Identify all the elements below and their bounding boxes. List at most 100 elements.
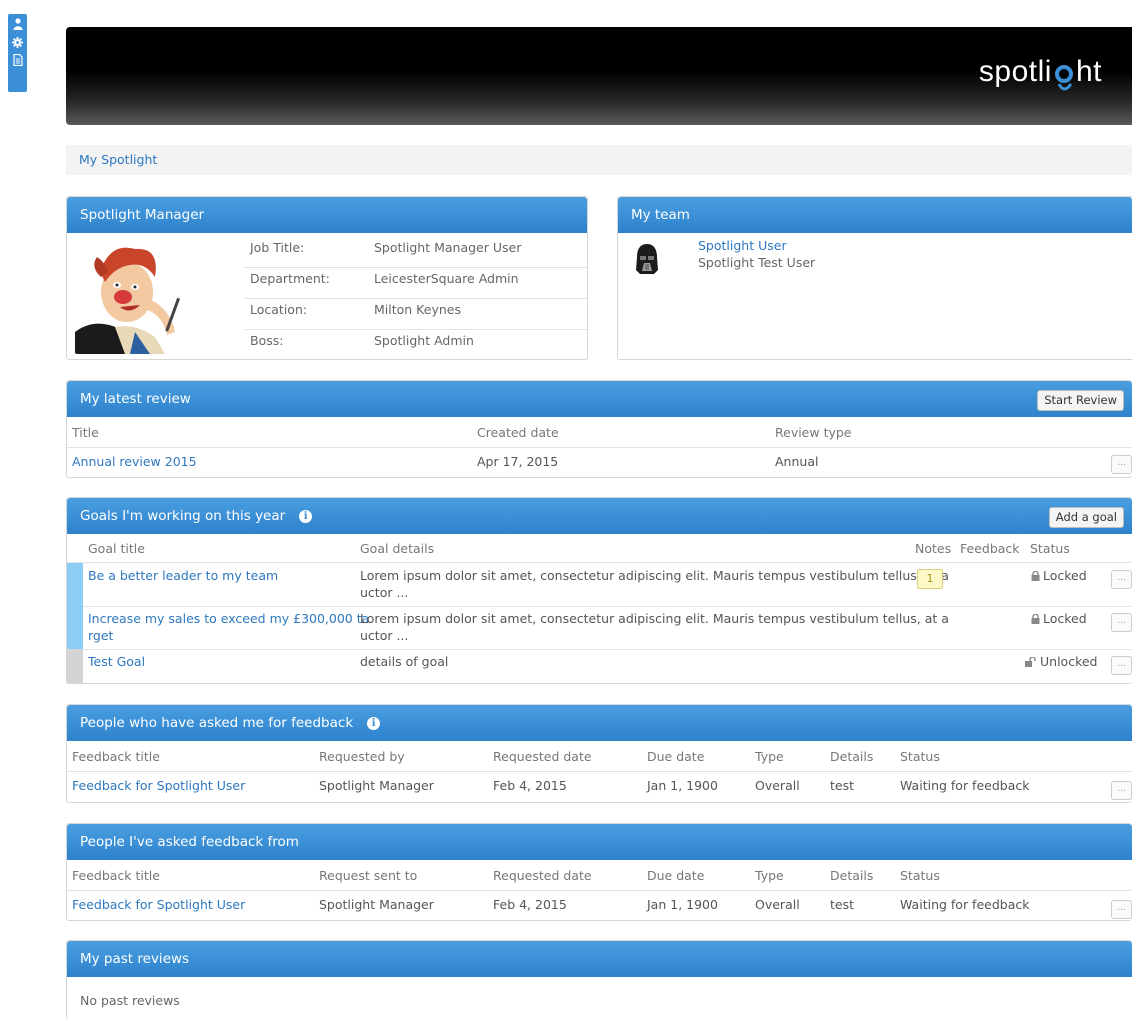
column-header: Status [900,868,940,883]
asked-from-panel: People I've asked feedback from Feedback… [66,823,1132,921]
review-type: Annual [775,454,819,469]
feedback-title[interactable]: Feedback for Spotlight User [72,897,245,912]
breadcrumb: My Spotlight [66,145,1132,175]
column-header: Details [830,749,874,764]
column-header: Requested date [493,868,592,883]
gear-icon[interactable] [11,34,25,50]
goals-panel: Goals I'm working on this year i Add a go… [66,497,1132,684]
feedback-due: Jan 1, 1900 [647,778,718,793]
header-divider [67,890,1132,891]
header-divider [67,447,1132,448]
column-header: Type [755,868,784,883]
user-icon[interactable] [11,16,25,32]
row-divider [67,606,1132,607]
team-member-role: Spotlight Test User [698,255,816,270]
row-divider [244,329,587,330]
column-header: Goal title [88,541,145,556]
notes-count-badge[interactable]: 1 [917,569,943,589]
feedback-date: Feb 4, 2015 [493,897,567,912]
feedback-by: Spotlight Manager [319,897,434,912]
latest-review-table: Title Created date Review type Annual revie… [67,417,1132,477]
goals-table: Goal title Goal details Notes Feedback Statu… [67,534,1132,683]
breadcrumb-link-my-spotlight[interactable]: My Spotlight [79,152,157,167]
column-header: Notes [915,541,952,556]
goal-status: Locked [1031,568,1087,584]
goal-details: Lorem ipsum dolor sit amet, consectetur … [360,568,949,583]
feedback-title[interactable]: Feedback for Spotlight User [72,778,245,793]
avatar [75,237,187,354]
info-icon[interactable]: i [299,510,313,523]
goal-details-cont: uctor ... [360,585,409,600]
feedback-by: Spotlight Manager [319,778,434,793]
goal-title-link-cont[interactable]: rget [88,628,113,643]
column-header: Status [900,749,940,764]
goal-status-label: Locked [1043,568,1087,583]
column-header: Feedback title [72,749,160,764]
past-reviews-panel: My past reviews No past reviews [66,940,1132,1019]
column-header: Goal details [360,541,435,556]
team-member-name[interactable]: Spotlight User [698,238,787,253]
team-member-avatar [635,243,659,275]
lock-icon [1031,612,1040,627]
row-divider [244,267,587,268]
spotlight-lens-icon [1053,64,1075,91]
column-header: Requested date [493,749,592,764]
goal-status: Unlocked [1025,654,1097,670]
side-toolbar [8,14,27,92]
document-icon[interactable] [11,52,25,68]
feedback-details: test [830,897,855,912]
goal-title-link[interactable]: Increase my sales to exceed my £300,000 … [88,611,369,626]
asked-me-table: Feedback title Requested by Requested date… [67,741,1132,802]
goal-title-link[interactable]: Test Goal [88,654,145,669]
column-header: Details [830,868,874,883]
column-header: Request sent to [319,868,418,883]
logo-text-end: ht [1075,55,1102,88]
info-icon[interactable]: i [367,717,381,730]
start-review-button[interactable]: Start Review [1037,390,1124,411]
spotlight-logo[interactable]: spotli ht [979,55,1102,91]
feedback-more-button[interactable]: ... [1111,900,1132,919]
feedback-details: test [830,778,855,793]
goal-more-button[interactable]: ... [1111,613,1132,632]
feedback-status: Waiting for feedback [900,897,1030,912]
review-title-link[interactable]: Annual review 2015 [72,454,197,469]
column-header: Title [72,425,99,440]
unlock-icon [1025,655,1037,670]
profile-field-label: Job Title: [250,240,305,255]
feedback-more-button[interactable]: ... [1111,781,1132,800]
latest-review-title: My latest review [80,391,191,407]
team-panel: My team Spotlight User Spotlight Test Us… [617,196,1132,360]
goal-more-button[interactable]: ... [1111,656,1132,675]
goal-more-button[interactable]: ... [1111,570,1132,589]
add-goal-button[interactable]: Add a goal [1048,507,1124,528]
profile-field-value: LeicesterSquare Admin [374,271,519,286]
column-header: Due date [647,868,705,883]
past-reviews-title: My past reviews [80,951,190,967]
asked-from-title: People I've asked feedback from [80,834,299,850]
profile-panel-title: Spotlight Manager [67,197,587,233]
feedback-type: Overall [755,778,800,793]
profile-field-label: Boss: [250,333,284,348]
goals-title: Goals I'm working on this year [80,508,286,524]
latest-review-panel: My latest review Start Review Title Creat… [66,380,1132,478]
asked-me-panel: People who have asked me for feedback i F… [66,704,1132,803]
column-header: Type [755,749,784,764]
asked-from-table: Feedback title Request sent to Requested d… [67,860,1132,920]
profile-field-value: Spotlight Admin [374,333,474,348]
row-divider [67,649,1132,650]
review-created-date: Apr 17, 2015 [477,454,559,469]
feedback-date: Feb 4, 2015 [493,778,567,793]
goal-color-strip [67,649,83,683]
column-header: Review type [775,425,852,440]
lock-icon [1031,569,1040,584]
goal-status-label: Unlocked [1040,654,1098,669]
goal-title-link[interactable]: Be a better leader to my team [88,568,278,583]
profile-field-label: Location: [250,302,308,317]
profile-field-label: Department: [250,271,330,286]
header-divider [67,562,1132,563]
column-header: Requested by [319,749,405,764]
profile-field-value: Milton Keynes [374,302,461,317]
team-panel-title: My team [618,197,1132,233]
review-more-button[interactable]: ... [1111,455,1132,474]
goal-details: details of goal [360,654,449,669]
